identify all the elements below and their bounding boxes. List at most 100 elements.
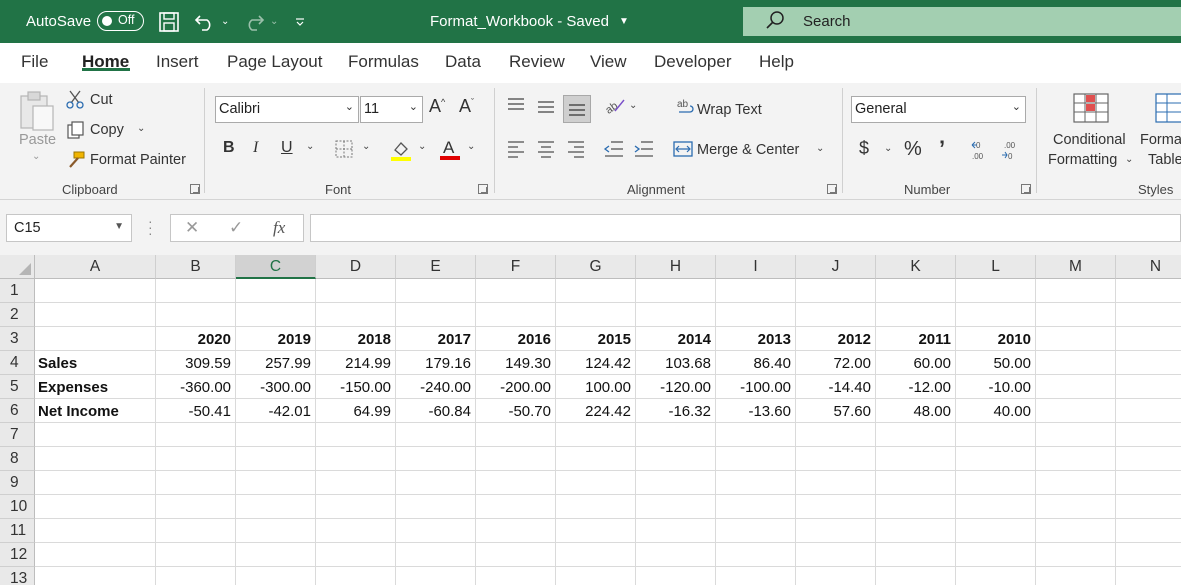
column-header-h[interactable]: H xyxy=(636,255,716,279)
cell-h4[interactable]: 103.68 xyxy=(636,351,715,375)
undo-icon[interactable] xyxy=(194,0,216,43)
tab-insert[interactable]: Insert xyxy=(156,52,199,72)
decrease-indent-icon[interactable] xyxy=(603,140,625,162)
bottom-align-icon[interactable] xyxy=(563,95,591,123)
row-header-11[interactable]: 11 xyxy=(0,519,35,543)
align-right-icon[interactable] xyxy=(566,140,586,162)
clipboard-dialog-launcher-icon[interactable] xyxy=(190,184,200,194)
cell-e4[interactable]: 179.16 xyxy=(396,351,475,375)
cell-g6[interactable]: 224.42 xyxy=(556,399,635,423)
font-dialog-launcher-icon[interactable] xyxy=(478,184,488,194)
column-header-n[interactable]: N xyxy=(1116,255,1181,279)
bold-button[interactable]: B xyxy=(223,139,235,157)
cell-g4[interactable]: 124.42 xyxy=(556,351,635,375)
row-header-12[interactable]: 12 xyxy=(0,543,35,567)
top-align-icon[interactable] xyxy=(506,97,526,119)
borders-dropdown-icon[interactable]: ⌄ xyxy=(362,141,370,152)
tab-help[interactable]: Help xyxy=(759,52,794,72)
search-box[interactable]: Search xyxy=(743,7,1181,36)
cell-d5[interactable]: -150.00 xyxy=(316,375,395,399)
cell-f6[interactable]: -50.70 xyxy=(476,399,555,423)
name-box[interactable]: C15 ▼ xyxy=(6,214,132,242)
fill-color-dropdown-icon[interactable]: ⌄ xyxy=(418,141,426,152)
row-header-7[interactable]: 7 xyxy=(0,423,35,447)
row-header-8[interactable]: 8 xyxy=(0,447,35,471)
cell-e6[interactable]: -60.84 xyxy=(396,399,475,423)
cell-d6[interactable]: 64.99 xyxy=(316,399,395,423)
column-header-e[interactable]: E xyxy=(396,255,476,279)
cell-i6[interactable]: -13.60 xyxy=(716,399,795,423)
cell-b4[interactable]: 309.59 xyxy=(156,351,235,375)
align-left-icon[interactable] xyxy=(506,140,526,162)
row-label[interactable]: Net Income xyxy=(35,399,155,423)
column-header-m[interactable]: M xyxy=(1036,255,1116,279)
column-header-f[interactable]: F xyxy=(476,255,556,279)
row-label[interactable]: Sales xyxy=(35,351,155,375)
row-header-6[interactable]: 6 xyxy=(0,399,35,423)
paste-label[interactable]: Paste xyxy=(19,132,56,148)
currency-dropdown-icon[interactable]: ⌄ xyxy=(884,143,892,154)
tab-developer[interactable]: Developer xyxy=(654,52,732,72)
cell-g5[interactable]: 100.00 xyxy=(556,375,635,399)
cell-k3[interactable]: 2011 xyxy=(876,327,955,351)
column-header-l[interactable]: L xyxy=(956,255,1036,279)
column-header-d[interactable]: D xyxy=(316,255,396,279)
formula-input[interactable] xyxy=(310,214,1181,242)
tab-view[interactable]: View xyxy=(590,52,627,72)
paste-icon[interactable] xyxy=(18,90,56,137)
conditional-formatting-icon[interactable] xyxy=(1072,92,1110,128)
merge-center-label[interactable]: Merge & Center xyxy=(697,142,799,158)
customize-quick-access-icon[interactable] xyxy=(294,0,306,43)
cell-l3[interactable]: 2010 xyxy=(956,327,1035,351)
column-header-i[interactable]: I xyxy=(716,255,796,279)
conditional-formatting-label-2[interactable]: Formatting xyxy=(1048,152,1117,168)
wrap-text-icon[interactable]: ab xyxy=(676,98,696,122)
orientation-icon[interactable]: ab xyxy=(603,95,627,119)
cell-d4[interactable]: 214.99 xyxy=(316,351,395,375)
font-name-select[interactable]: Calibri ⌄ xyxy=(215,96,359,123)
column-header-b[interactable]: B xyxy=(156,255,236,279)
column-header-a[interactable]: A xyxy=(35,255,156,279)
number-format-select[interactable]: General ⌄ xyxy=(851,96,1026,123)
merge-center-icon[interactable] xyxy=(673,139,693,163)
cell-i3[interactable]: 2013 xyxy=(716,327,795,351)
orientation-dropdown-icon[interactable]: ⌄ xyxy=(629,100,637,111)
window-title[interactable]: Format_Workbook - Saved ▼ xyxy=(430,0,629,43)
font-color-dropdown-icon[interactable]: ⌄ xyxy=(467,141,475,152)
paste-dropdown-icon[interactable]: ⌄ xyxy=(32,151,40,162)
cell-j5[interactable]: -14.40 xyxy=(796,375,875,399)
format-painter-label[interactable]: Format Painter xyxy=(90,152,186,168)
format-as-table-label-1[interactable]: Forma xyxy=(1140,132,1181,148)
cell-l4[interactable]: 50.00 xyxy=(956,351,1035,375)
tab-formulas[interactable]: Formulas xyxy=(348,52,419,72)
row-header-13[interactable]: 13 xyxy=(0,567,35,585)
column-header-c[interactable]: C xyxy=(236,255,316,279)
cell-c4[interactable]: 257.99 xyxy=(236,351,315,375)
cell-i5[interactable]: -100.00 xyxy=(716,375,795,399)
cell-h5[interactable]: -120.00 xyxy=(636,375,715,399)
tab-review[interactable]: Review xyxy=(509,52,565,72)
column-header-k[interactable]: K xyxy=(876,255,956,279)
cut-label[interactable]: Cut xyxy=(90,92,113,108)
align-center-icon[interactable] xyxy=(536,140,556,162)
row-header-10[interactable]: 10 xyxy=(0,495,35,519)
borders-icon[interactable] xyxy=(334,139,354,163)
increase-decimal-icon[interactable]: 0.00 xyxy=(970,139,994,165)
row-header-5[interactable]: 5 xyxy=(0,375,35,399)
column-header-g[interactable]: G xyxy=(556,255,636,279)
cell-g3[interactable]: 2015 xyxy=(556,327,635,351)
cell-c5[interactable]: -300.00 xyxy=(236,375,315,399)
underline-dropdown-icon[interactable]: ⌄ xyxy=(306,141,314,152)
format-as-table-label-2[interactable]: Table xyxy=(1148,152,1181,168)
cell-k4[interactable]: 60.00 xyxy=(876,351,955,375)
column-header-j[interactable]: J xyxy=(796,255,876,279)
autosave-toggle[interactable]: Off xyxy=(97,11,144,31)
select-all-corner[interactable] xyxy=(0,255,35,279)
row-label[interactable]: Expenses xyxy=(35,375,155,399)
redo-icon[interactable] xyxy=(243,0,265,43)
format-as-table-icon[interactable] xyxy=(1154,92,1181,128)
italic-button[interactable]: I xyxy=(253,139,258,157)
font-size-select[interactable]: 11 ⌄ xyxy=(360,96,423,123)
worksheet-grid[interactable]: A B C D E F G H I J K L M N 1 2 3 4 5 6 7 8 9 10 11 12 13 2020 2019 2… xyxy=(0,255,1181,585)
merge-center-dropdown-icon[interactable]: ⌄ xyxy=(816,143,824,154)
